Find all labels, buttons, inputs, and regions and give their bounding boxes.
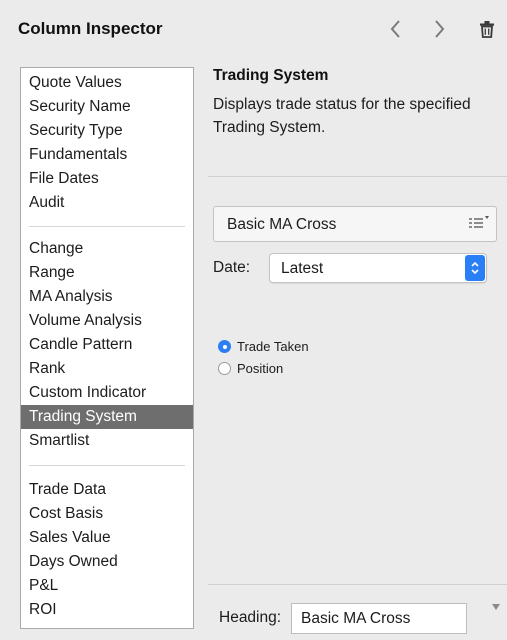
list-group-analysis: Change Range MA Analysis Volume Analysis… [21,237,193,453]
trading-system-select[interactable]: Basic MA Cross [213,206,497,242]
date-label: Date: [213,259,251,276]
list-menu-icon [469,216,489,228]
date-stepper[interactable] [465,255,485,281]
list-item-cost-basis[interactable]: Cost Basis [21,502,193,526]
list-item-custom-indicator[interactable]: Custom Indicator [21,381,193,405]
chevron-right-icon [435,20,445,38]
radio-position[interactable]: Position [218,361,283,376]
list-group-trades: Trade Data Cost Basis Sales Value Days O… [21,478,193,622]
radio-trade-taken[interactable]: Trade Taken [218,339,309,354]
list-item-security-name[interactable]: Security Name [21,95,193,119]
list-item-volume-analysis[interactable]: Volume Analysis [21,309,193,333]
list-item-fundamentals[interactable]: Fundamentals [21,143,193,167]
list-item-rank[interactable]: Rank [21,357,193,381]
next-button[interactable] [426,14,452,44]
dropdown-arrow-icon[interactable] [492,604,500,610]
list-item-candle-pattern[interactable]: Candle Pattern [21,333,193,357]
column-type-description: Displays trade status for the specified … [213,96,471,136]
list-group-general: Quote Values Security Name Security Type… [21,71,193,215]
list-item-ma-analysis[interactable]: MA Analysis [21,285,193,309]
list-separator [29,226,185,227]
date-select[interactable]: Latest [269,253,487,283]
list-item-trading-system[interactable]: Trading System [21,405,193,429]
radio-button-unchecked[interactable] [218,362,231,375]
list-item-smartlist[interactable]: Smartlist [21,429,193,453]
list-item-change[interactable]: Change [21,237,193,261]
heading-input[interactable] [291,603,467,634]
previous-button[interactable] [383,14,409,44]
delete-column-button[interactable] [474,14,500,44]
radio-button-checked[interactable] [218,340,231,353]
trash-icon [480,21,494,38]
list-item-file-dates[interactable]: File Dates [21,167,193,191]
list-item-p-and-l[interactable]: P&L [21,574,193,598]
list-item-roi[interactable]: ROI [21,598,193,622]
list-item-range[interactable]: Range [21,261,193,285]
divider [208,584,507,585]
inspector-header: Column Inspector [0,0,507,60]
divider [208,176,507,177]
trading-system-value: Basic MA Cross [227,216,337,233]
panel-title: Column Inspector [18,19,163,38]
date-value: Latest [281,260,324,277]
list-item-quote-values[interactable]: Quote Values [21,71,193,95]
column-type-list[interactable]: Quote Values Security Name Security Type… [20,67,194,629]
list-item-sales-value[interactable]: Sales Value [21,526,193,550]
list-separator [29,465,185,466]
radio-trade-taken-label: Trade Taken [237,339,309,354]
list-item-days-owned[interactable]: Days Owned [21,550,193,574]
list-item-trade-data[interactable]: Trade Data [21,478,193,502]
heading-label: Heading: [219,609,282,626]
column-type-title: Trading System [213,67,329,84]
radio-position-label: Position [237,361,284,376]
updown-chevron-icon [471,261,479,275]
chevron-left-icon [390,20,400,38]
list-item-audit[interactable]: Audit [21,191,193,215]
list-item-security-type[interactable]: Security Type [21,119,193,143]
